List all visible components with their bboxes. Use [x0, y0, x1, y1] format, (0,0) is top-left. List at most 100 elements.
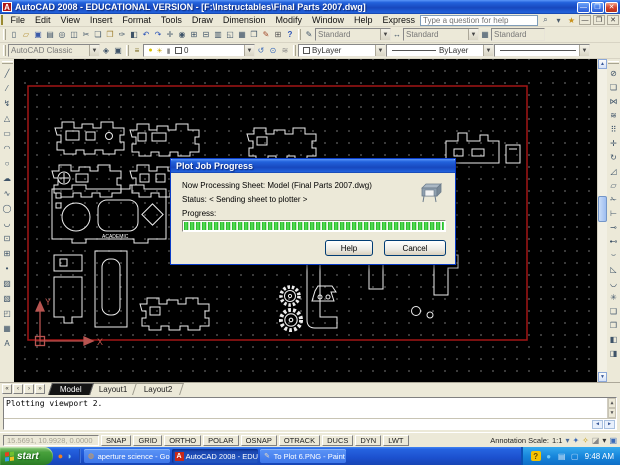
mdi-restore-button[interactable]: ❐ [593, 15, 605, 25]
status-toggle[interactable]: ORTHO [164, 434, 202, 446]
scroll-right-icon[interactable]: ▶ [604, 419, 615, 429]
line-icon[interactable]: ╱ [1, 66, 13, 81]
mdi-minimize-button[interactable]: — [579, 15, 591, 25]
app-quicklaunch-icon[interactable]: ◑ [66, 451, 71, 461]
table-style-icon[interactable]: ▦ [479, 28, 491, 41]
status-toggle[interactable]: GRID [133, 434, 163, 446]
undo-icon[interactable]: ↶ [140, 28, 152, 41]
mtext-icon[interactable]: A [1, 336, 13, 351]
tab-next-button[interactable]: › [24, 384, 34, 394]
mdi-close-button[interactable]: ✕ [607, 15, 619, 25]
tool-palettes-icon[interactable]: ▦ [236, 28, 248, 41]
rectangle-icon[interactable]: ▭ [1, 126, 13, 141]
array-icon[interactable]: ⠿ [608, 122, 620, 136]
toolbar-grip[interactable] [126, 45, 129, 56]
markup-icon[interactable]: ✎ [260, 28, 272, 41]
construction-line-icon[interactable]: ⁄ [1, 81, 13, 96]
annotation-scale-value[interactable]: 1:1 [552, 436, 562, 445]
break-at-point-icon[interactable]: ⊸ [608, 220, 620, 234]
polygon-icon[interactable]: △ [1, 111, 13, 126]
trim-icon[interactable]: ✁ [608, 192, 620, 206]
menu-item[interactable]: View [55, 14, 84, 27]
zoom-previous-icon[interactable]: ⊟ [200, 28, 212, 41]
properties-icon[interactable]: ▥ [212, 28, 224, 41]
menu-item[interactable]: Format [117, 14, 156, 27]
search-dropdown-icon[interactable]: ▾ [553, 16, 564, 25]
arc-icon[interactable]: ◠ [1, 141, 13, 156]
update-tray-icon[interactable]: ● [544, 451, 554, 461]
dim-style-icon[interactable]: ↔ [391, 28, 403, 41]
help-icon[interactable]: ? [284, 28, 296, 41]
start-button[interactable]: start [0, 447, 53, 465]
toolbar-grip[interactable] [1, 61, 13, 64]
toolbar-grip[interactable] [3, 29, 6, 40]
copy-icon[interactable]: ❏ [92, 28, 104, 41]
info-center-star-icon[interactable]: ★ [566, 16, 577, 25]
draworder-back-icon[interactable]: ❒ [608, 318, 620, 332]
circle-icon[interactable]: ○ [1, 156, 13, 171]
help-search-input[interactable] [420, 14, 538, 26]
toolbar-grip[interactable] [3, 45, 6, 56]
status-toggle[interactable]: OSNAP [240, 434, 277, 446]
toolbar-grip[interactable] [608, 61, 619, 64]
menu-item[interactable]: File [5, 14, 30, 27]
linetype-combo[interactable]: ByLayer ▼ [386, 44, 494, 57]
sheetset-manager-icon[interactable]: ❒ [248, 28, 260, 41]
mirror-icon[interactable]: ⋈ [608, 94, 620, 108]
draworder-front-icon[interactable]: ❑ [608, 304, 620, 318]
annotation-scale-dropdown-icon[interactable]: ▾ [565, 436, 569, 445]
status-toggle[interactable]: OTRACK [278, 434, 321, 446]
annotation-visibility-icon[interactable]: ✦ [572, 436, 579, 445]
plot-icon[interactable]: ▤ [44, 28, 56, 41]
zoom-realtime-icon[interactable]: ◉ [176, 28, 188, 41]
layer-properties-manager-icon[interactable]: ≡ [131, 44, 143, 57]
dim-style-combo[interactable]: Standard ▼ [403, 28, 479, 41]
text-style-icon[interactable]: ✎ [303, 28, 315, 41]
annotation-autoscale-icon[interactable]: ✧ [582, 436, 589, 445]
draworder-above-icon[interactable]: ◧ [608, 332, 620, 346]
extend-icon[interactable]: ⊢ [608, 206, 620, 220]
save-icon[interactable]: ▣ [32, 28, 44, 41]
make-object-layer-current-icon[interactable]: ↺ [255, 44, 267, 57]
stretch-icon[interactable]: ▱ [608, 178, 620, 192]
tab-prev-button[interactable]: ‹ [13, 384, 23, 394]
scrollbar-thumb[interactable] [598, 196, 607, 223]
quickcalc-icon[interactable]: ⊞ [272, 28, 284, 41]
scroll-left-icon[interactable]: ◀ [592, 419, 603, 429]
rotate-icon[interactable]: ↻ [608, 150, 620, 164]
tab-model[interactable]: Model [48, 383, 94, 395]
browser-quicklaunch-icon[interactable]: ● [58, 451, 63, 461]
polyline-icon[interactable]: ↯ [1, 96, 13, 111]
offset-icon[interactable]: ≋ [608, 108, 620, 122]
plot-preview-icon[interactable]: ◎ [56, 28, 68, 41]
menu-item[interactable]: Window [307, 14, 349, 27]
layer-freeze-sun-icon[interactable]: ☀ [155, 47, 164, 55]
make-block-icon[interactable]: ⊞ [1, 246, 13, 261]
publish-icon[interactable]: ◫ [68, 28, 80, 41]
table-style-combo[interactable]: Standard [491, 28, 545, 41]
workspace-settings-icon[interactable]: ◈ [100, 44, 112, 57]
taskbar-clock[interactable]: 9:48 AM [585, 452, 614, 461]
menu-item[interactable]: Tools [156, 14, 187, 27]
layer-lock-icon[interactable]: ▮ [164, 47, 173, 55]
coordinates-readout[interactable]: 15.5691, 10.9928, 0.0000 [3, 434, 99, 446]
workspace-combo[interactable]: AutoCAD Classic ▼ [8, 44, 100, 57]
paste-icon[interactable]: ❐ [104, 28, 116, 41]
menu-item[interactable]: Edit [30, 14, 56, 27]
menu-item[interactable]: Help [349, 14, 378, 27]
display-tray-icon[interactable]: ▢ [570, 451, 580, 461]
insert-block-icon[interactable]: ⊡ [1, 231, 13, 246]
region-icon[interactable]: ◰ [1, 306, 13, 321]
designcenter-icon[interactable]: ◱ [224, 28, 236, 41]
break-icon[interactable]: ⊷ [608, 234, 620, 248]
menu-item[interactable]: Dimension [218, 14, 271, 27]
hatch-icon[interactable]: ▨ [1, 276, 13, 291]
status-tray-menu-icon[interactable]: ▾ [602, 436, 606, 445]
chamfer-icon[interactable]: ◺ [608, 262, 620, 276]
tab-layout2[interactable]: Layout2 [132, 383, 185, 395]
status-toggle[interactable]: DYN [355, 434, 382, 446]
pan-icon[interactable]: ✛ [164, 28, 176, 41]
match-properties-icon[interactable]: ✑ [116, 28, 128, 41]
printer-tray-icon[interactable]: ▤ [557, 451, 567, 461]
my-workspace-icon[interactable]: ▣ [112, 44, 124, 57]
